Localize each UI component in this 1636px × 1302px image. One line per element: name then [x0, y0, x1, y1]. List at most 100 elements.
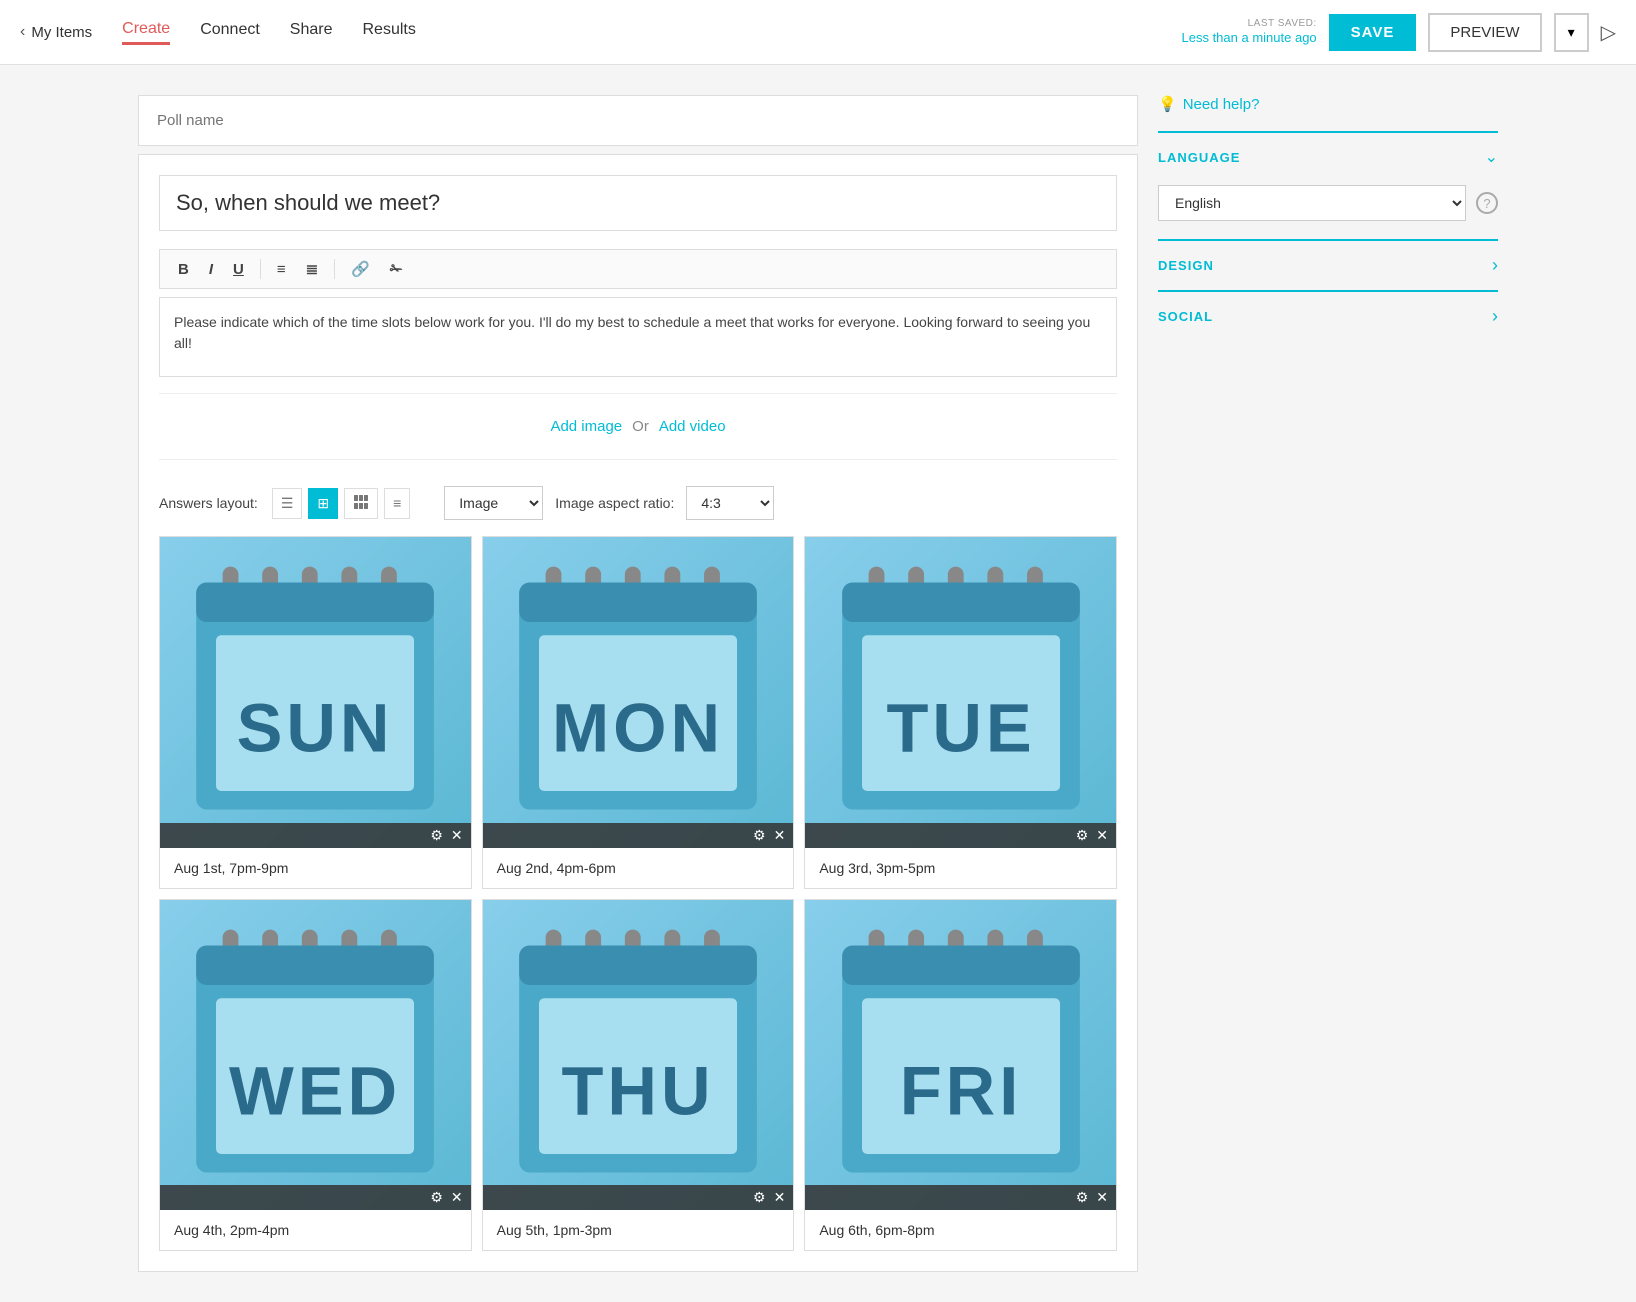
- language-help-icon[interactable]: ?: [1476, 192, 1498, 214]
- answer-image-wrap: ✕ FRI: [805, 900, 1116, 1211]
- nav-connect[interactable]: Connect: [200, 21, 260, 43]
- social-section-header[interactable]: SOCIAL ›: [1158, 292, 1498, 337]
- answer-text: Aug 6th, 6pm-8pm: [805, 1210, 1116, 1250]
- save-button[interactable]: SAVE: [1329, 14, 1417, 51]
- social-section-title: SOCIAL: [1158, 309, 1213, 324]
- answer-image-wrap: ✕ TUE: [805, 537, 1116, 848]
- layout-compact-btn[interactable]: ≡: [384, 488, 410, 519]
- design-section-header[interactable]: DESIGN ›: [1158, 241, 1498, 286]
- answer-text: Aug 5th, 1pm-3pm: [483, 1210, 794, 1250]
- image-type-select[interactable]: Image Text Color: [444, 486, 543, 520]
- calendar-image: WED: [160, 900, 471, 1211]
- calendar-svg: THU: [506, 923, 770, 1187]
- main-layout: B I U ≡ ≣ 🔗 ✁ Please indicate which of t…: [118, 65, 1518, 1302]
- add-image-link[interactable]: Add image: [550, 418, 622, 435]
- unordered-list-button[interactable]: ≡: [269, 257, 294, 282]
- language-select[interactable]: English Spanish French German Portuguese: [1158, 185, 1466, 221]
- last-saved-label: LAST SAVED:: [1182, 18, 1317, 29]
- underline-button[interactable]: U: [225, 257, 252, 282]
- calendar-image: SUN: [160, 537, 471, 848]
- answer-image-wrap: ✕ WED: [160, 900, 471, 1211]
- card-remove-icon[interactable]: ✕: [774, 827, 786, 844]
- card-settings-icon[interactable]: ⚙: [753, 827, 766, 844]
- ordered-list-button[interactable]: ≣: [298, 256, 327, 282]
- answer-card: ✕ MON: [482, 536, 795, 889]
- language-section-header[interactable]: LANGUAGE ⌄: [1158, 133, 1498, 177]
- calendar-svg: FRI: [829, 923, 1093, 1187]
- answer-image-wrap: ✕ SUN: [160, 537, 471, 848]
- svg-text:SUN: SUN: [237, 690, 394, 767]
- dropdown-button[interactable]: ▾: [1554, 13, 1589, 52]
- svg-text:THU: THU: [562, 1052, 715, 1129]
- card-settings-icon[interactable]: ⚙: [430, 1189, 443, 1206]
- unlink-button[interactable]: ✁: [382, 256, 411, 282]
- nav-share[interactable]: Share: [290, 21, 333, 43]
- media-row: Add image Or Add video: [159, 393, 1117, 460]
- nav-create[interactable]: Create: [122, 20, 170, 45]
- answers-grid: ✕ SUN: [159, 536, 1117, 1251]
- answer-text: Aug 3rd, 3pm-5pm: [805, 848, 1116, 888]
- card-remove-icon[interactable]: ✕: [774, 1189, 786, 1206]
- or-label: Or: [632, 418, 649, 435]
- layout-grid3-btn[interactable]: [344, 488, 378, 519]
- layout-grid2-btn[interactable]: ⊞: [308, 488, 338, 519]
- card-remove-icon[interactable]: ✕: [451, 827, 463, 844]
- toolbar-separator-2: [334, 259, 335, 279]
- card-settings-icon[interactable]: ⚙: [430, 827, 443, 844]
- language-chevron-icon: ⌄: [1485, 147, 1498, 167]
- design-section-title: DESIGN: [1158, 258, 1214, 273]
- link-button[interactable]: 🔗: [343, 256, 378, 282]
- answer-text: Aug 1st, 7pm-9pm: [160, 848, 471, 888]
- calendar-image: FRI: [805, 900, 1116, 1211]
- card-settings-icon[interactable]: ⚙: [753, 1189, 766, 1206]
- card-remove-icon[interactable]: ✕: [451, 1189, 463, 1206]
- answer-text: Aug 4th, 2pm-4pm: [160, 1210, 471, 1250]
- layout-list-btn[interactable]: ☰: [272, 488, 303, 519]
- answer-card: ✕ SUN: [159, 536, 472, 889]
- calendar-svg: WED: [183, 923, 447, 1187]
- calendar-image: MON: [483, 537, 794, 848]
- preview-button[interactable]: PREVIEW: [1428, 13, 1541, 52]
- card-settings-icon[interactable]: ⚙: [1076, 827, 1089, 844]
- add-video-link[interactable]: Add video: [659, 418, 726, 435]
- calendar-svg: MON: [506, 560, 770, 824]
- cursor-button[interactable]: ▷: [1601, 20, 1616, 45]
- card-action-bar: ⚙ ✕: [483, 823, 794, 848]
- calendar-svg: TUE: [829, 560, 1093, 824]
- answers-layout-label: Answers layout:: [159, 495, 258, 511]
- bold-button[interactable]: B: [170, 257, 197, 282]
- grid3-icon: [353, 494, 369, 510]
- top-nav: ‹ My Items Create Connect Share Results …: [0, 0, 1636, 65]
- description-area[interactable]: Please indicate which of the time slots …: [159, 297, 1117, 377]
- answer-image-wrap: ✕ MON: [483, 537, 794, 848]
- svg-text:FRI: FRI: [899, 1052, 1021, 1129]
- need-help-link[interactable]: 💡 Need help?: [1158, 95, 1498, 113]
- cursor-icon: ▷: [1601, 22, 1616, 44]
- calendar-image: THU: [483, 900, 794, 1211]
- poll-name-input[interactable]: [138, 95, 1138, 146]
- card-settings-icon[interactable]: ⚙: [1076, 1189, 1089, 1206]
- back-arrow-icon: ‹: [20, 23, 25, 41]
- card-action-bar: ⚙ ✕: [805, 1185, 1116, 1210]
- back-label: My Items: [31, 24, 92, 41]
- social-section: SOCIAL ›: [1158, 290, 1498, 337]
- toolbar-separator-1: [260, 259, 261, 279]
- back-link[interactable]: ‹ My Items: [20, 23, 92, 41]
- calendar-image: TUE: [805, 537, 1116, 848]
- card-remove-icon[interactable]: ✕: [1096, 1189, 1108, 1206]
- question-input[interactable]: [159, 175, 1117, 231]
- last-saved-info: LAST SAVED: Less than a minute ago: [1182, 18, 1317, 47]
- social-chevron-icon: ›: [1492, 306, 1498, 327]
- calendar-svg: SUN: [183, 560, 447, 824]
- nav-results[interactable]: Results: [363, 21, 416, 43]
- answers-layout-row: Answers layout: ☰ ⊞ ≡: [159, 476, 1117, 536]
- aspect-ratio-select[interactable]: 4:3 16:9 1:1 3:4: [686, 486, 774, 520]
- language-select-wrap: English Spanish French German Portuguese…: [1158, 177, 1498, 235]
- answer-card: ✕ TUE: [804, 536, 1117, 889]
- bulb-icon: 💡: [1158, 95, 1177, 113]
- card-remove-icon[interactable]: ✕: [1096, 827, 1108, 844]
- card-action-bar: ⚙ ✕: [160, 1185, 471, 1210]
- answer-text: Aug 2nd, 4pm-6pm: [483, 848, 794, 888]
- aspect-ratio-label: Image aspect ratio:: [555, 495, 674, 511]
- italic-button[interactable]: I: [201, 257, 221, 282]
